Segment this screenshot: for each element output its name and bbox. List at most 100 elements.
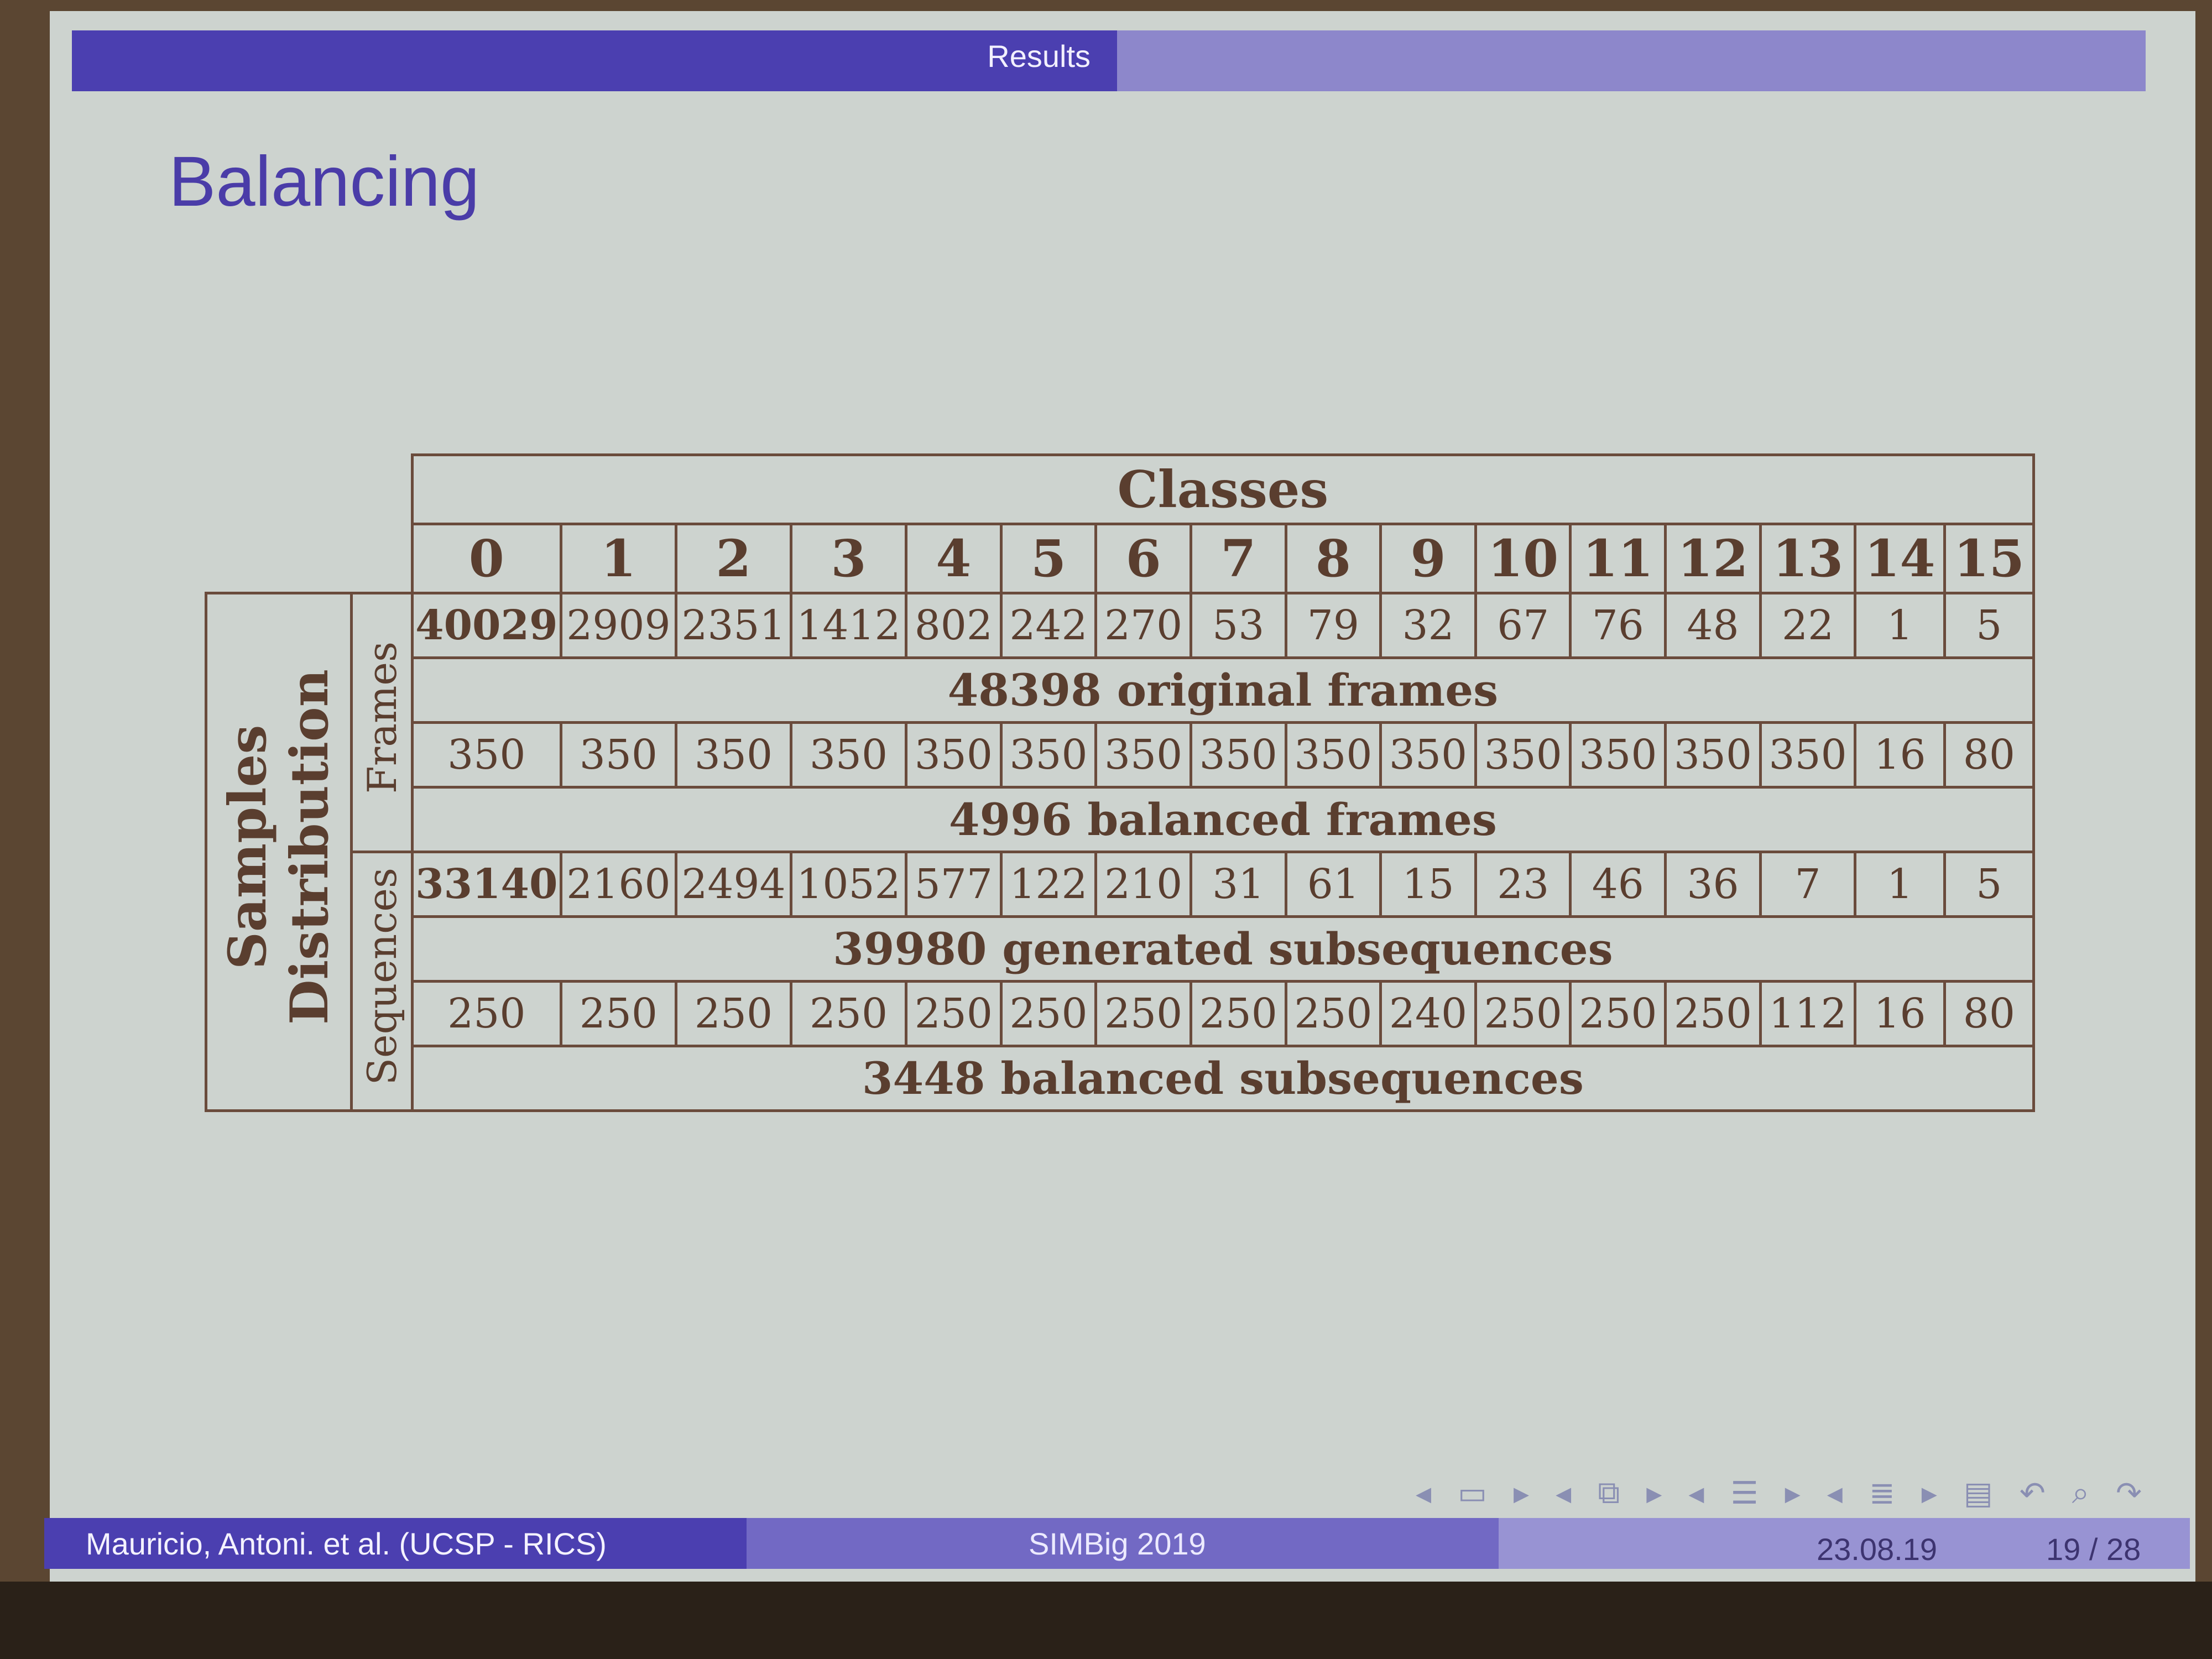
frames-balanced-total: 4996 balanced frames (410, 786, 2036, 853)
class-header-cell: 3 (789, 523, 908, 594)
frames-original-cell: 22 (1759, 592, 1857, 659)
sequences-generated-cell: 1 (1854, 851, 1946, 918)
frames-original-cell: 1 (1854, 592, 1946, 659)
frames-balanced-cell: 350 (410, 721, 562, 789)
sequences-generated-total-row: 39980 generated subsequences (206, 915, 2036, 983)
sequences-generated-cell: 1052 (789, 851, 908, 918)
frames-balanced-cell: 350 (1379, 721, 1477, 789)
sequences-generated-cell: 23 (1474, 851, 1572, 918)
nav-prev-arrow-icon[interactable]: ◂ (1416, 1475, 1431, 1511)
nav-next-arrow-icon[interactable]: ▸ (1514, 1475, 1529, 1511)
frames-balanced-cell: 350 (1759, 721, 1857, 789)
frame-icon[interactable]: ▭ (1458, 1475, 1487, 1511)
frames-original-cell: 1412 (789, 592, 908, 659)
frames-balanced-cell: 80 (1943, 721, 2036, 789)
sequences-generated-cell: 7 (1759, 851, 1857, 918)
header-section-tab[interactable]: Results (72, 30, 1117, 91)
sequences-generated-total: 39980 generated subsequences (410, 915, 2036, 983)
sequences-generated-cell: 15 (1379, 851, 1477, 918)
redo-icon[interactable]: ↷ (2116, 1475, 2142, 1511)
frames-balanced-cell: 350 (1189, 721, 1287, 789)
footer-event: SIMBig 2019 (1029, 1526, 1206, 1561)
class-header-cell: 0 (410, 523, 562, 594)
sequences-generated-cell: 5 (1943, 851, 2036, 918)
frames-balanced-cell: 350 (1094, 721, 1192, 789)
frames-original-row: Samples Distribution Frames 40029 2909 235… (204, 592, 2036, 1112)
frames-balanced-cell: 350 (1664, 721, 1762, 789)
sequences-balanced-cell: 250 (1569, 980, 1667, 1047)
sequences-generated-cell: 122 (999, 851, 1098, 918)
frames-original-cell: 270 (1094, 592, 1192, 659)
nav-next-arrow-icon[interactable]: ▸ (1785, 1475, 1801, 1511)
balancing-table: Classes 0 1 2 3 4 5 6 7 8 9 10 11 12 13 14 15 Samples D… (204, 453, 2036, 1112)
sequences-generated-cell: 61 (1284, 851, 1383, 918)
header-filler (1117, 30, 2146, 91)
sequences-balanced-cell: 250 (1094, 980, 1192, 1047)
sequences-balanced-cell: 250 (674, 980, 792, 1047)
frames-original-cell: 40029 (410, 592, 562, 659)
frames-balanced-cell: 16 (1854, 721, 1946, 789)
samples-distribution-label: Samples Distribution (204, 592, 353, 1112)
frames-balanced-cell: 350 (674, 721, 792, 789)
appendix-icon[interactable]: ▤ (1964, 1475, 1993, 1511)
sequences-generated-cell: 2160 (559, 851, 677, 918)
frames-balanced-row: 350 350 350 350 350 350 350 350 350 350 350 350 350 3… (206, 721, 2036, 789)
sequences-generated-row: Sequences 33140 2160 2494 1052 577 122 210 31 61… (206, 851, 2036, 1112)
sequences-balanced-cell: 250 (1664, 980, 1762, 1047)
frames-original-cell: 2909 (559, 592, 677, 659)
class-header-cell: 1 (559, 523, 677, 594)
footer-date: 23.08.19 (1817, 1532, 1937, 1567)
sequences-balanced-cell: 16 (1854, 980, 1946, 1047)
sequences-balanced-cell: 250 (410, 980, 562, 1047)
class-header-cell: 5 (999, 523, 1098, 594)
frames-balanced-total-row: 4996 balanced frames (206, 786, 2036, 853)
frames-balanced-cell: 350 (789, 721, 908, 789)
section-icon[interactable]: ☰ (1730, 1475, 1758, 1511)
footer-page-number: 19 / 28 (2046, 1532, 2141, 1567)
sequences-generated-cell: 31 (1189, 851, 1287, 918)
table-corner (206, 455, 413, 524)
sequences-generated-cell: 577 (905, 851, 1003, 918)
frames-original-cell: 32 (1379, 592, 1477, 659)
nav-prev-arrow-icon[interactable]: ◂ (1827, 1475, 1843, 1511)
table-row: Classes (206, 453, 2036, 525)
nav-next-arrow-icon[interactable]: ▸ (1646, 1475, 1662, 1511)
frames-balanced-cell: 350 (1569, 721, 1667, 789)
class-header-cell: 4 (905, 523, 1003, 594)
frames-balanced-cell: 350 (905, 721, 1003, 789)
sequences-balanced-cell: 250 (1474, 980, 1572, 1047)
sequences-balanced-cell: 80 (1943, 980, 2036, 1047)
search-icon[interactable]: ⌕ (2072, 1475, 2089, 1511)
class-header-cell: 13 (1759, 523, 1857, 594)
table-corner (206, 524, 413, 593)
frames-balanced-cell: 350 (1284, 721, 1383, 789)
class-header-cell: 10 (1474, 523, 1572, 594)
frames-original-cell: 67 (1474, 592, 1572, 659)
background-wall (0, 1582, 2212, 1659)
frames-original-cell: 2351 (674, 592, 792, 659)
classes-title: Classes (410, 453, 2036, 525)
sequences-balanced-cell: 112 (1759, 980, 1857, 1047)
sequences-balanced-total-row: 3448 balanced subsequences (206, 1045, 2036, 1112)
frames-balanced-cell: 350 (559, 721, 677, 789)
subsection-icon[interactable]: ⧉ (1598, 1475, 1620, 1511)
class-header-cell: 8 (1284, 523, 1383, 594)
frames-original-cell: 802 (905, 592, 1003, 659)
classes-header-row: 0 1 2 3 4 5 6 7 8 9 10 11 12 13 14 15 (206, 523, 2036, 594)
nav-prev-arrow-icon[interactable]: ◂ (1556, 1475, 1571, 1511)
footer-authors: Mauricio, Antoni. et al. (UCSP - RICS) (86, 1526, 607, 1561)
sequences-balanced-cell: 250 (905, 980, 1003, 1047)
undo-icon[interactable]: ↶ (2020, 1475, 2046, 1511)
footer-authors-panel: Mauricio, Antoni. et al. (UCSP - RICS) (44, 1518, 747, 1569)
class-header-cell: 6 (1094, 523, 1192, 594)
frames-original-cell: 76 (1569, 592, 1667, 659)
sequences-balanced-cell: 250 (999, 980, 1098, 1047)
class-header-cell: 2 (674, 523, 792, 594)
class-header-cell: 12 (1664, 523, 1762, 594)
nav-next-arrow-icon[interactable]: ▸ (1922, 1475, 1937, 1511)
document-icon[interactable]: ≣ (1869, 1475, 1895, 1511)
class-header-cell: 11 (1569, 523, 1667, 594)
sequences-generated-cell: 210 (1094, 851, 1192, 918)
frames-original-total: 48398 original frames (410, 656, 2036, 724)
nav-prev-arrow-icon[interactable]: ◂ (1688, 1475, 1704, 1511)
